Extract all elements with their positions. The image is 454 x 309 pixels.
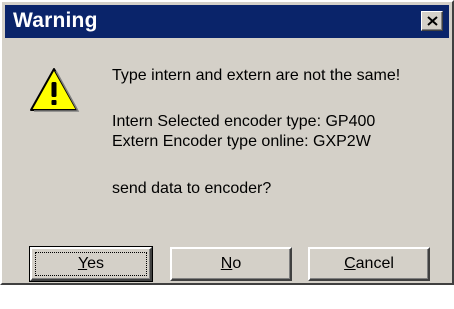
yes-button-label: Yes bbox=[78, 255, 104, 272]
yes-label-rest: es bbox=[87, 255, 105, 272]
cancel-mnemonic: C bbox=[344, 255, 356, 272]
no-button-label: No bbox=[221, 255, 241, 272]
warning-icon bbox=[30, 68, 80, 112]
message-line-4: send data to encoder? bbox=[112, 180, 272, 197]
warning-dialog: Warning Type intern and extern are not t… bbox=[0, 0, 454, 285]
yes-button[interactable]: Yes bbox=[29, 246, 153, 282]
message-line-1: Type intern and extern are not the same! bbox=[112, 67, 401, 84]
close-icon bbox=[427, 16, 438, 26]
message-line-3: Extern Encoder type online: GXP2W bbox=[112, 133, 371, 150]
message-line-2: Intern Selected encoder type: GP400 bbox=[112, 113, 376, 130]
yes-mnemonic: Y bbox=[77, 255, 88, 272]
window-title: Warning bbox=[13, 9, 98, 32]
title-bar[interactable]: Warning bbox=[5, 5, 449, 38]
no-label-rest: o bbox=[232, 255, 242, 272]
cancel-label-rest: ancel bbox=[355, 255, 394, 272]
close-button[interactable] bbox=[421, 11, 443, 31]
cancel-button[interactable]: Cancel bbox=[308, 247, 430, 281]
no-button[interactable]: No bbox=[170, 247, 292, 281]
cancel-button-label: Cancel bbox=[344, 255, 394, 272]
no-mnemonic: N bbox=[220, 255, 233, 272]
